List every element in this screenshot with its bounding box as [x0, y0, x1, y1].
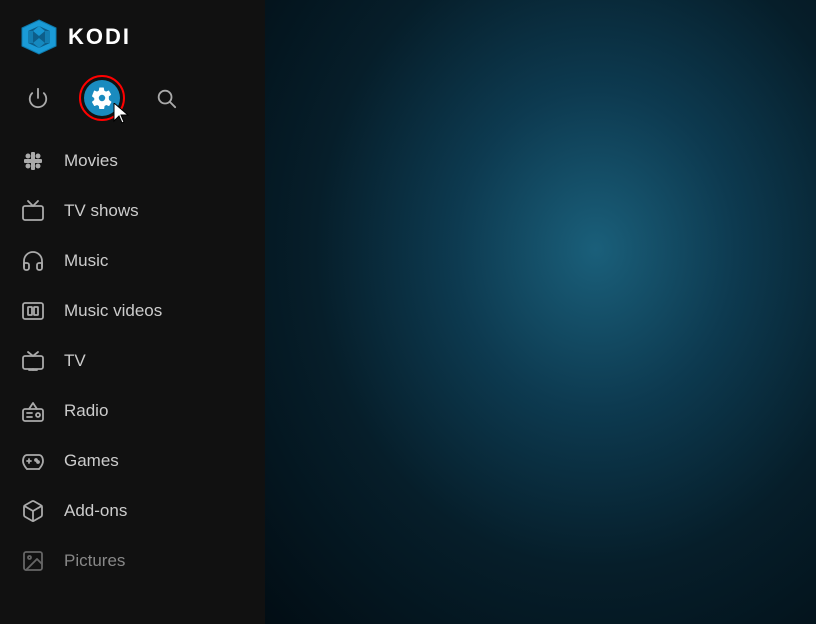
top-icons-bar — [0, 72, 265, 136]
nav-item-pictures[interactable]: Pictures — [0, 536, 265, 586]
music-videos-icon — [20, 298, 46, 324]
nav-item-music-videos[interactable]: Music videos — [0, 286, 265, 336]
nav-label-music-videos: Music videos — [64, 301, 162, 321]
addons-icon — [20, 498, 46, 524]
search-button[interactable] — [148, 80, 184, 116]
nav-label-movies: Movies — [64, 151, 118, 171]
gear-icon — [91, 87, 113, 109]
games-icon — [20, 448, 46, 474]
main-content — [265, 0, 816, 624]
settings-button[interactable] — [84, 80, 120, 116]
kodi-logo-icon — [20, 18, 58, 56]
power-icon — [27, 87, 49, 109]
nav-label-games: Games — [64, 451, 119, 471]
nav-item-tv-shows[interactable]: TV shows — [0, 186, 265, 236]
nav-item-add-ons[interactable]: Add-ons — [0, 486, 265, 536]
nav-label-tv-shows: TV shows — [64, 201, 139, 221]
search-icon — [155, 87, 177, 109]
logo-area: KODI — [0, 0, 265, 72]
sidebar: KODI — [0, 0, 265, 624]
nav-label-add-ons: Add-ons — [64, 501, 127, 521]
app-title: KODI — [68, 24, 131, 50]
nav-label-music: Music — [64, 251, 108, 271]
nav-item-movies[interactable]: Movies — [0, 136, 265, 186]
tv-live-icon — [20, 348, 46, 374]
nav-list: Movies TV shows Music — [0, 136, 265, 624]
nav-label-tv: TV — [64, 351, 86, 371]
nav-item-music[interactable]: Music — [0, 236, 265, 286]
nav-label-radio: Radio — [64, 401, 108, 421]
pictures-icon — [20, 548, 46, 574]
nav-item-tv[interactable]: TV — [0, 336, 265, 386]
tv-shows-icon — [20, 198, 46, 224]
radio-icon — [20, 398, 46, 424]
nav-item-games[interactable]: Games — [0, 436, 265, 486]
nav-item-radio[interactable]: Radio — [0, 386, 265, 436]
power-button[interactable] — [20, 80, 56, 116]
music-icon — [20, 248, 46, 274]
movies-icon — [20, 148, 46, 174]
cursor-indicator — [112, 103, 134, 130]
nav-label-pictures: Pictures — [64, 551, 125, 571]
